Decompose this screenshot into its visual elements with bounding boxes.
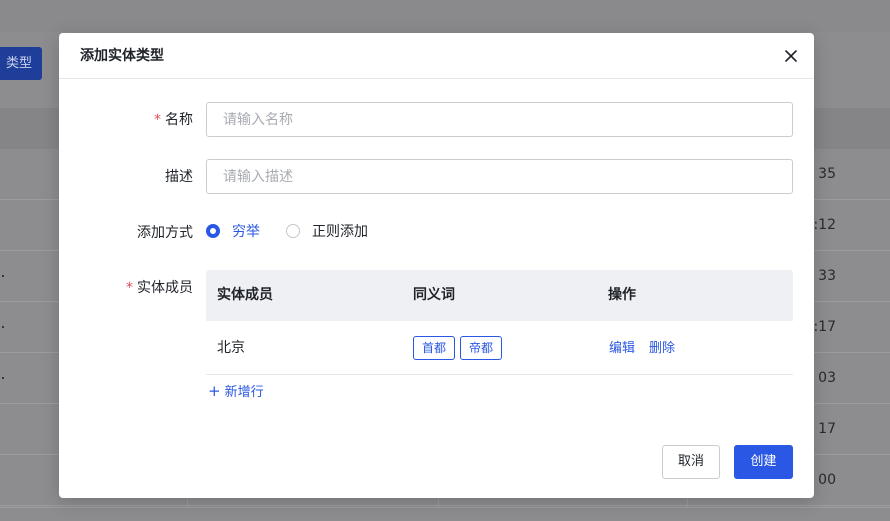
table-row: 北京 首都 帝都 编辑 删除 bbox=[206, 321, 793, 375]
description-input[interactable] bbox=[206, 159, 793, 194]
cancel-button[interactable]: 取消 bbox=[662, 445, 720, 479]
header-member: 实体成员 bbox=[217, 287, 273, 303]
required-marker: * bbox=[154, 112, 161, 128]
radio-regex[interactable]: 正则添加 bbox=[286, 221, 368, 241]
member-name: 北京 bbox=[217, 340, 245, 356]
background-row-dot bbox=[2, 275, 4, 277]
actions-cell: 编辑 删除 bbox=[609, 321, 689, 376]
radio-unchecked-icon[interactable] bbox=[286, 224, 300, 238]
background-row-time: :12 bbox=[813, 217, 836, 233]
description-label: 描述 bbox=[59, 166, 193, 186]
add-method-radio-group: 穷举 正则添加 bbox=[206, 220, 394, 242]
synonym-tag[interactable]: 首都 bbox=[413, 336, 456, 360]
radio-regex-label: 正则添加 bbox=[312, 224, 368, 240]
background-topbar bbox=[0, 0, 890, 32]
add-method-label: 添加方式 bbox=[59, 222, 193, 242]
members-table: 实体成员 同义词 操作 北京 首都 帝都 编辑 删除 bbox=[206, 270, 793, 375]
create-button[interactable]: 创建 bbox=[734, 445, 793, 479]
close-icon[interactable] bbox=[780, 45, 802, 67]
radio-enumerate-label: 穷举 bbox=[232, 224, 260, 240]
synonym-tag[interactable]: 帝都 bbox=[460, 336, 503, 360]
header-actions: 操作 bbox=[608, 287, 636, 303]
add-entity-type-dialog: 添加实体类型 *名称 描述 添加方式 穷举 正则添加 *实体成员 bbox=[59, 33, 814, 498]
background-footer bbox=[0, 507, 890, 521]
header-synonyms: 同义词 bbox=[413, 287, 455, 303]
background-row-time: 35 bbox=[818, 166, 836, 182]
background-row-time: 33 bbox=[818, 268, 836, 284]
name-input[interactable] bbox=[206, 102, 793, 137]
edit-link[interactable]: 编辑 bbox=[609, 341, 635, 356]
dialog-title: 添加实体类型 bbox=[80, 48, 164, 64]
background-row-dot bbox=[2, 326, 4, 328]
background-row-time: 17 bbox=[818, 421, 836, 437]
background-row-time: :17 bbox=[813, 319, 836, 335]
radio-checked-icon[interactable] bbox=[206, 224, 220, 238]
members-table-header: 实体成员 同义词 操作 bbox=[206, 270, 793, 321]
background-row-time: 03 bbox=[818, 370, 836, 386]
members-label-text: 实体成员 bbox=[137, 280, 193, 296]
add-method-label-text: 添加方式 bbox=[137, 225, 193, 241]
synonyms-cell: 首都 帝都 bbox=[413, 321, 507, 375]
add-row-label: 新增行 bbox=[224, 385, 264, 400]
radio-enumerate[interactable]: 穷举 bbox=[206, 221, 260, 241]
delete-link[interactable]: 删除 bbox=[649, 341, 675, 356]
required-marker: * bbox=[126, 280, 133, 296]
background-row-dot bbox=[2, 377, 4, 379]
plus-icon: + bbox=[208, 382, 221, 400]
name-label: * 名称 bbox=[59, 109, 193, 129]
dialog-header: 添加实体类型 bbox=[59, 33, 814, 79]
background-row-time: 00 bbox=[818, 472, 836, 488]
add-row-button[interactable]: + 新增行 bbox=[208, 381, 264, 403]
name-label-text: 名称 bbox=[165, 112, 193, 128]
background-add-button: 类型 bbox=[0, 47, 42, 80]
members-label: * 实体成员 bbox=[59, 277, 193, 297]
description-label-text: 描述 bbox=[165, 169, 193, 185]
